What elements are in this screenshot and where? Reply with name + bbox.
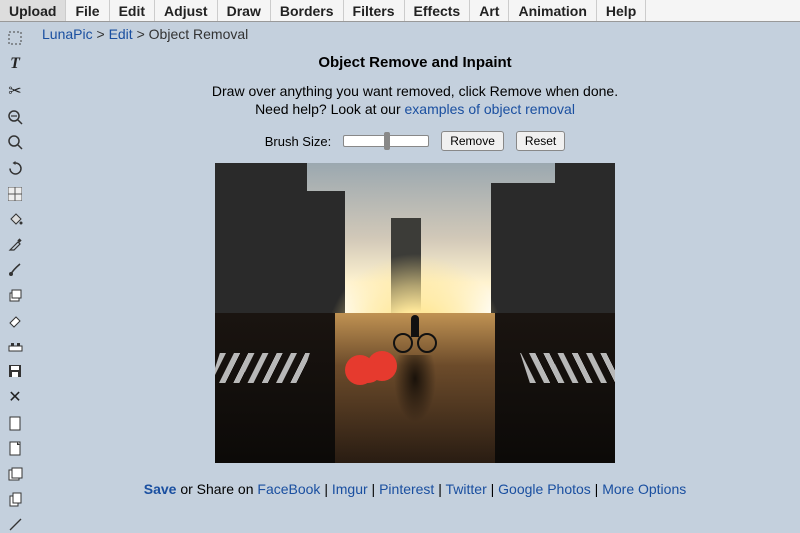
- picker-icon[interactable]: [6, 236, 24, 252]
- more-options[interactable]: More Options: [602, 481, 686, 497]
- share-pinterest[interactable]: Pinterest: [379, 481, 434, 497]
- rider: [411, 315, 419, 337]
- text-icon[interactable]: T: [6, 55, 24, 73]
- menu-animation[interactable]: Animation: [509, 0, 596, 21]
- fill-icon[interactable]: [6, 211, 24, 227]
- sep: |: [368, 481, 379, 497]
- adjust-icon[interactable]: [6, 338, 24, 354]
- image-canvas[interactable]: [215, 163, 615, 463]
- menu-edit[interactable]: Edit: [110, 0, 155, 21]
- menu-borders[interactable]: Borders: [271, 0, 344, 21]
- breadcrumb-root[interactable]: LunaPic: [42, 26, 93, 42]
- building: [555, 163, 615, 331]
- slider-thumb[interactable]: [384, 132, 390, 150]
- menu-file[interactable]: File: [66, 0, 109, 21]
- sep: |: [434, 481, 445, 497]
- top-menu: Upload File Edit Adjust Draw Borders Fil…: [0, 0, 800, 22]
- line-icon[interactable]: [6, 517, 24, 533]
- erase-icon[interactable]: [6, 312, 24, 328]
- help-prefix: Need help? Look at our: [255, 101, 404, 117]
- stack-icon[interactable]: [6, 466, 24, 482]
- menu-draw[interactable]: Draw: [218, 0, 271, 21]
- help-link[interactable]: examples of object removal: [405, 101, 575, 117]
- page-icon[interactable]: [6, 415, 24, 431]
- sheet-icon[interactable]: [6, 441, 24, 457]
- crop-icon[interactable]: ✕: [6, 388, 24, 406]
- reset-button[interactable]: Reset: [516, 131, 565, 151]
- select-icon[interactable]: [6, 30, 24, 46]
- share-imgur[interactable]: Imgur: [332, 481, 368, 497]
- help-text: Need help? Look at our examples of objec…: [42, 101, 788, 117]
- sep: |: [320, 481, 331, 497]
- zoom-in-icon[interactable]: [6, 135, 24, 151]
- save-icon[interactable]: [6, 363, 24, 379]
- grid-icon[interactable]: [6, 185, 24, 201]
- tool-strip: T ✂ ✕: [0, 22, 30, 533]
- wheel: [393, 333, 413, 353]
- layers-icon[interactable]: [6, 287, 24, 303]
- footer: Save or Share on FaceBook | Imgur | Pint…: [42, 481, 788, 497]
- controls: Brush Size: Remove Reset: [42, 131, 788, 151]
- breadcrumb-sep: >: [96, 26, 104, 42]
- menu-help[interactable]: Help: [597, 0, 646, 21]
- sep: |: [591, 481, 602, 497]
- breadcrumb-page: Object Removal: [149, 26, 249, 42]
- cyclist: [393, 315, 437, 353]
- menu-effects[interactable]: Effects: [405, 0, 471, 21]
- sep: |: [487, 481, 498, 497]
- or-share-text: or Share on: [176, 481, 257, 497]
- share-google-photos[interactable]: Google Photos: [498, 481, 591, 497]
- save-link[interactable]: Save: [144, 481, 177, 497]
- rotate-icon[interactable]: [6, 160, 24, 176]
- paint-mark: [345, 355, 397, 385]
- cut-icon[interactable]: ✂: [6, 82, 24, 100]
- breadcrumb-sep: >: [137, 26, 145, 42]
- remove-button[interactable]: Remove: [441, 131, 504, 151]
- brush-size-label: Brush Size:: [265, 134, 331, 149]
- share-facebook[interactable]: FaceBook: [257, 481, 320, 497]
- crosswalk: [520, 353, 615, 383]
- zoom-out-icon[interactable]: [6, 109, 24, 125]
- share-twitter[interactable]: Twitter: [446, 481, 487, 497]
- menu-upload[interactable]: Upload: [0, 0, 66, 21]
- menu-adjust[interactable]: Adjust: [155, 0, 218, 21]
- brush-icon[interactable]: [6, 262, 24, 278]
- wheel: [417, 333, 437, 353]
- copy-icon[interactable]: [6, 491, 24, 507]
- menu-art[interactable]: Art: [470, 0, 509, 21]
- brush-size-slider[interactable]: [343, 135, 429, 147]
- breadcrumb-section[interactable]: Edit: [109, 26, 133, 42]
- instruction-text: Draw over anything you want removed, cli…: [42, 83, 788, 99]
- crosswalk: [215, 353, 310, 383]
- menu-filters[interactable]: Filters: [344, 0, 405, 21]
- breadcrumb: LunaPic > Edit > Object Removal: [42, 26, 788, 42]
- page-title: Object Remove and Inpaint: [42, 54, 788, 71]
